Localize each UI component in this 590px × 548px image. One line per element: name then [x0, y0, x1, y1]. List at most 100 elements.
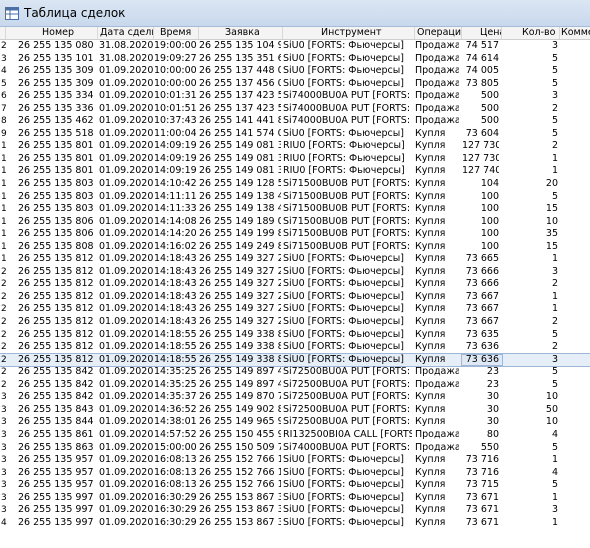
table-row[interactable]: 3226 255 135 844 70501.09.202014:38:0126… [0, 416, 590, 429]
trade-time-cell: 10:00:00 [154, 77, 196, 89]
column-header-number[interactable]: Номер [6, 27, 98, 39]
table-row[interactable]: 2926 255 135 842 69401.09.202014:35:2526… [0, 379, 590, 392]
table-row[interactable]: 3726 255 135 957 99001.09.202016:08:1326… [0, 479, 590, 492]
table-row[interactable]: 3326 255 135 861 43101.09.202014:57:5226… [0, 429, 590, 442]
table-row[interactable]: 1026 255 135 801 08901.09.202014:09:1926… [0, 140, 590, 153]
order-number-cell: 26 255 149 338 821 [199, 341, 281, 353]
column-header-order[interactable]: Заявка [199, 27, 283, 39]
price-cell: 73 604 [465, 127, 499, 139]
trade-time-cell: 16:08:13 [154, 479, 196, 491]
order-number-cell: 26 255 149 138 496 [199, 203, 281, 215]
table-row[interactable]: 2626 255 135 812 92301.09.202014:18:5526… [0, 341, 590, 354]
price-cell: 500 [480, 102, 499, 114]
table-row[interactable]: 1926 255 135 812 04701.09.202014:18:4326… [0, 253, 590, 266]
trade-time-cell: 14:18:43 [154, 278, 196, 290]
quantity-cell: 20 [545, 178, 558, 190]
price-cell: 30 [486, 403, 499, 415]
table-row[interactable]: 1226 255 135 801 09101.09.202014:09:1926… [0, 165, 590, 178]
table-row[interactable]: 2726 255 135 812 92401.09.202014:18:5526… [0, 352, 590, 368]
table-row[interactable]: 826 255 135 462 10301.09.202010:37:4326 … [0, 115, 590, 128]
column-header-operation[interactable]: Операция [415, 27, 462, 39]
trade-number-cell: 26 255 135 803 808 [18, 203, 97, 215]
trade-date-cell: 01.09.2020 [99, 504, 153, 516]
table-row[interactable]: 2426 255 135 812 05201.09.202014:18:4326… [0, 316, 590, 329]
column-header-quantity[interactable]: Кол-во [502, 27, 560, 39]
trade-date-cell: 01.09.2020 [99, 265, 153, 277]
column-header-instrument[interactable]: Инструмент [283, 27, 415, 39]
column-header-comment[interactable]: Коммент [560, 27, 590, 39]
trade-time-cell: 14:11:33 [154, 203, 196, 215]
price-cell: 73 636 [465, 353, 499, 365]
trade-date-cell: 01.09.2020 [99, 491, 153, 503]
instrument-cell: Si74000BU0A PUT [FORTS: Опци [283, 90, 412, 102]
table-row[interactable]: 3126 255 135 843 67301.09.202014:36:5226… [0, 404, 590, 417]
table-row[interactable]: 426 255 135 309 12001.09.202010:00:0026 … [0, 65, 590, 78]
trade-time-cell: 14:18:43 [154, 265, 196, 277]
table-row[interactable]: 3426 255 135 863 05801.09.202015:00:0026… [0, 442, 590, 455]
trade-date-cell: 01.09.2020 [99, 366, 153, 378]
comment-cell [562, 203, 590, 216]
table-row[interactable]: 2326 255 135 812 05101.09.202014:18:4326… [0, 303, 590, 316]
table-row[interactable]: 2826 255 135 842 69301.09.202014:35:2526… [0, 366, 590, 379]
instrument-cell: Si74000BU0A PUT [FORTS: Опци [283, 102, 412, 114]
instrument-cell: RIU0 [FORTS: Фьючерсы] [283, 165, 405, 177]
trade-number-cell: 26 255 135 812 048 [18, 265, 97, 277]
table-row[interactable]: 226 255 135 080 95031.08.202019:00:0026 … [0, 40, 590, 53]
quantity-cell: 1 [551, 165, 558, 177]
table-row[interactable]: 1726 255 135 806 29601.09.202014:14:2026… [0, 228, 590, 241]
operation-cell: Купля [415, 328, 446, 340]
table-row[interactable]: 1426 255 135 803 59901.09.202014:11:1126… [0, 191, 590, 204]
instrument-cell: Si72500BU0A PUT [FORTS: Опци [283, 416, 412, 428]
trade-date-cell: 01.09.2020 [99, 152, 153, 164]
instrument-cell: SiU0 [FORTS: Фьючерсы] [283, 316, 404, 328]
trades-table[interactable]: Номер Дата сделки Время Заявка Инструмен… [0, 27, 590, 529]
comment-cell [562, 416, 590, 429]
trade-number-cell: 26 255 135 861 431 [18, 428, 97, 440]
table-row[interactable]: 3926 255 135 997 80401.09.202016:30:2926… [0, 504, 590, 517]
operation-cell: Продажа [415, 65, 459, 77]
comment-cell [562, 115, 590, 128]
comment-cell [562, 128, 590, 141]
table-row[interactable]: 3826 255 135 997 80301.09.202016:30:2926… [0, 492, 590, 505]
table-row[interactable]: 326 255 135 101 99531.08.202019:09:2726 … [0, 53, 590, 66]
table-row[interactable]: 926 255 135 518 32901.09.202011:00:0426 … [0, 128, 590, 141]
table-row[interactable]: 2026 255 135 812 04801.09.202014:18:4326… [0, 266, 590, 279]
column-header-time[interactable]: Время [154, 27, 199, 39]
order-number-cell: 26 255 137 448 072 [199, 65, 281, 77]
price-cell: 100 [480, 228, 499, 240]
quantity-cell: 1 [551, 516, 558, 528]
trade-number-cell: 26 255 135 801 089 [18, 140, 97, 152]
trade-time-cell: 10:37:43 [154, 115, 196, 127]
trade-number-cell: 26 255 135 812 923 [18, 341, 97, 353]
table-row[interactable]: 3626 255 135 957 98901.09.202016:08:1326… [0, 467, 590, 480]
trade-date-cell: 01.09.2020 [99, 391, 153, 403]
trade-number-cell: 26 255 135 808 569 [18, 240, 97, 252]
table-row[interactable]: 15 26 255 135 803 80801.09.202014:11:3326… [0, 203, 590, 216]
table-row[interactable]: 1826 255 135 808 56901.09.202014:16:0226… [0, 241, 590, 254]
trade-number-cell: 26 255 135 997 805 [18, 516, 97, 528]
table-row[interactable]: 726 255 135 336 46101.09.202010:01:5126 … [0, 103, 590, 116]
order-number-cell: 26 255 150 509 756 [199, 441, 281, 453]
table-row[interactable]: 1626 255 135 806 02001.09.202014:14:0826… [0, 216, 590, 229]
table-row[interactable]: 30 26 255 135 842 89201.09.202014:35:3726… [0, 391, 590, 404]
table-row[interactable]: 1326 255 135 803 24601.09.202014:10:4226… [0, 178, 590, 191]
table-row[interactable]: 2126 255 135 812 04901.09.202014:18:4326… [0, 278, 590, 291]
comment-cell [562, 65, 590, 78]
table-row[interactable]: 1126 255 135 801 09001.09.202014:09:1926… [0, 153, 590, 166]
column-header-price[interactable]: Цена [462, 27, 502, 39]
comment-cell [562, 303, 590, 316]
trade-time-cell: 14:35:25 [154, 378, 196, 390]
table-row[interactable]: 2226 255 135 812 05001.09.202014:18:4326… [0, 291, 590, 304]
table-row[interactable]: 5 26 255 135 309 42101.09.202010:00:0026 … [0, 78, 590, 91]
operation-cell: Купля [415, 391, 446, 403]
window-titlebar[interactable]: Таблица сделок [0, 0, 590, 27]
price-cell: 23 [486, 366, 499, 378]
table-row[interactable]: 4026 255 135 997 80501.09.202016:30:2926… [0, 517, 590, 530]
column-header-date[interactable]: Дата сделки [98, 27, 154, 39]
table-row[interactable]: 3526 255 135 957 98801.09.202016:08:1326… [0, 454, 590, 467]
table-row[interactable]: 2526 255 135 812 92201.09.202014:18:5526… [0, 329, 590, 342]
comment-cell [562, 291, 590, 304]
operation-cell: Купля [415, 140, 446, 152]
trade-date-cell: 31.08.2020 [99, 52, 153, 64]
table-row[interactable]: 626 255 135 334 12101.09.202010:01:3126 … [0, 90, 590, 103]
